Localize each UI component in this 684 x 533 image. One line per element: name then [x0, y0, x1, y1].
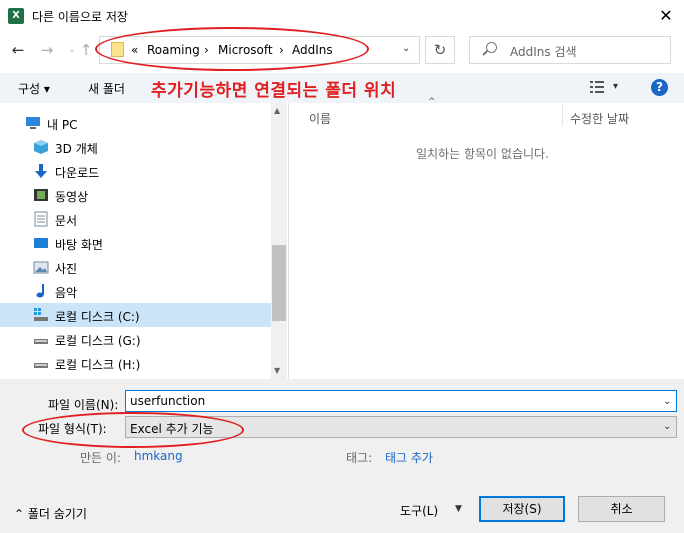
- tools-dropdown-icon[interactable]: ▼: [455, 504, 462, 514]
- excel-app-icon: X: [8, 8, 24, 24]
- tree-item-pictures[interactable]: 사진: [0, 255, 271, 279]
- tags-label: 태그:: [346, 451, 373, 465]
- tree-item-label: 로컬 디스크 (C:): [55, 310, 140, 324]
- tree-item-this-pc[interactable]: 내 PC: [0, 111, 271, 135]
- window-title: 다른 이름으로 저장: [32, 10, 128, 24]
- tools-button[interactable]: 도구(L): [400, 502, 438, 519]
- pc-icon: [25, 115, 41, 131]
- hide-folders-button[interactable]: ⌃ 폴더 숨기기: [14, 505, 87, 522]
- column-header-modified[interactable]: 수정한 날짜: [570, 110, 629, 127]
- music-icon: [33, 283, 49, 299]
- tree-item-label: 동영상: [55, 190, 89, 204]
- annotation-ellipse-filetype: [22, 412, 244, 448]
- tree-item-local-disk-g[interactable]: 로컬 디스크 (G:): [0, 327, 271, 351]
- author-label: 만든 이:: [80, 451, 121, 465]
- tree-item-label: 다운로드: [55, 166, 100, 180]
- document-icon: [33, 211, 49, 227]
- scrollbar-thumb[interactable]: [272, 245, 286, 321]
- forward-button[interactable]: →: [37, 40, 57, 60]
- search-icon: [486, 42, 497, 53]
- empty-message: 일치하는 항목이 없습니다.: [416, 147, 549, 161]
- pictures-icon: [33, 259, 49, 275]
- sort-caret-icon: ^: [428, 97, 436, 107]
- tree-item-downloads[interactable]: 다운로드: [0, 159, 271, 183]
- tree-item-documents[interactable]: 문서: [0, 207, 271, 231]
- column-header-name[interactable]: 이름: [309, 110, 331, 127]
- close-button[interactable]: ✕: [650, 2, 682, 30]
- help-icon[interactable]: ?: [651, 79, 668, 96]
- cancel-button[interactable]: 취소: [578, 496, 665, 522]
- filename-dropdown-icon[interactable]: ⌄: [663, 396, 671, 407]
- tree-item-videos[interactable]: 동영상: [0, 183, 271, 207]
- author-value[interactable]: hmkang: [134, 449, 183, 463]
- tree-item-music[interactable]: 음악: [0, 279, 271, 303]
- back-button[interactable]: ←: [8, 40, 28, 60]
- navigation-scrollbar[interactable]: [271, 103, 287, 379]
- save-button[interactable]: 저장(S): [479, 496, 565, 522]
- tree-item-label: 로컬 디스크 (G:): [55, 334, 141, 348]
- annotation-text: 추가기능하면 연결되는 폴더 위치: [151, 81, 397, 101]
- filename-label: 파일 이름(N):: [48, 398, 119, 412]
- scroll-down-icon[interactable]: ▼: [274, 366, 280, 375]
- view-dropdown-icon[interactable]: ▾: [613, 81, 618, 92]
- annotation-ellipse-address: [95, 27, 369, 71]
- drive-icon: [33, 355, 49, 371]
- desktop-icon: [33, 235, 49, 251]
- tree-item-label: 내 PC: [47, 118, 78, 132]
- tree-item-3d-objects[interactable]: 3D 개체: [0, 135, 271, 159]
- organize-button[interactable]: 구성 ▾: [18, 80, 50, 97]
- tree-item-local-disk-c[interactable]: 로컬 디스크 (C:): [0, 303, 271, 327]
- column-separator[interactable]: [562, 104, 563, 126]
- tree-item-local-disk-h[interactable]: 로컬 디스크 (H:): [0, 351, 271, 375]
- filetype-dropdown-icon[interactable]: ⌄: [663, 421, 671, 432]
- pane-divider: [288, 103, 289, 379]
- filename-value[interactable]: userfunction: [130, 394, 205, 408]
- tree-item-label: 사진: [55, 262, 78, 276]
- tree-item-label: 음악: [55, 286, 78, 300]
- search-placeholder: AddIns 검색: [510, 45, 577, 59]
- download-icon: [33, 163, 49, 179]
- new-folder-button[interactable]: 새 폴더: [88, 80, 125, 97]
- filename-input[interactable]: [125, 390, 677, 412]
- tree-item-desktop[interactable]: 바탕 화면: [0, 231, 271, 255]
- refresh-button[interactable]: ↻: [425, 36, 455, 64]
- tree-item-label: 문서: [55, 214, 78, 228]
- view-options-icon[interactable]: [590, 81, 604, 93]
- tree-item-label: 3D 개체: [55, 142, 98, 156]
- up-button[interactable]: ↑: [76, 40, 96, 60]
- 3d-objects-icon: [33, 139, 49, 155]
- drive-icon: [33, 331, 49, 347]
- tree-item-label: 로컬 디스크 (H:): [55, 358, 141, 372]
- video-icon: [33, 187, 49, 203]
- address-dropdown-icon[interactable]: ⌄: [402, 43, 410, 54]
- local-disk-c-icon: [33, 307, 49, 323]
- add-tags-link[interactable]: 태그 추가: [385, 449, 433, 466]
- tree-item-label: 바탕 화면: [55, 238, 103, 252]
- scroll-up-icon[interactable]: ▲: [274, 106, 280, 115]
